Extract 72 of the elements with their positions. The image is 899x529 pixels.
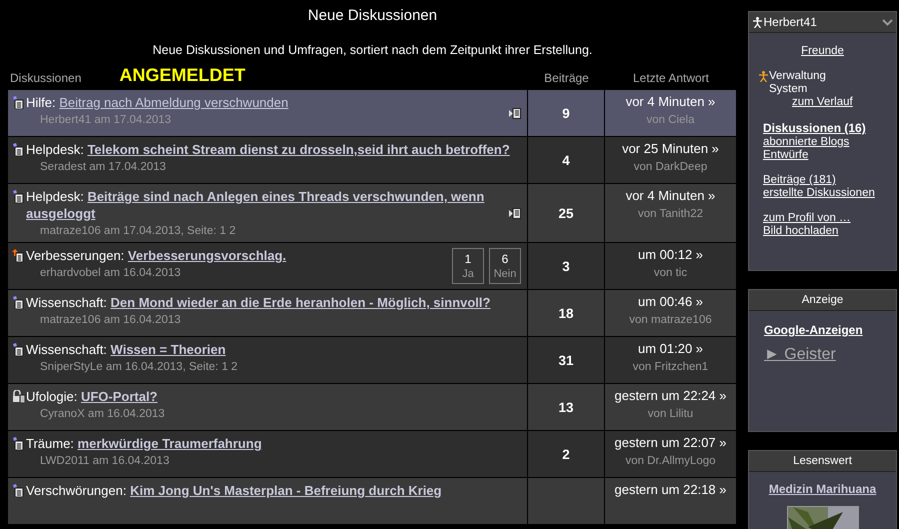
- topic-meta: matraze106 am 17.04.2013, Seite: 1 2: [39, 224, 237, 237]
- post-count-cell: 9: [528, 90, 604, 136]
- menu-label: Verwaltung: [769, 70, 826, 82]
- last-reply-author: von Ciela: [646, 114, 694, 126]
- last-page-icon[interactable]: [509, 208, 521, 219]
- last-reply-link[interactable]: gestern um 22:07 »: [614, 435, 727, 450]
- box-title: Anzeige: [802, 294, 844, 306]
- last-reply-link[interactable]: gestern um 22:24 »: [614, 388, 727, 403]
- menu-link[interactable]: Beiträge (181): [763, 174, 836, 186]
- poll-result: 6 Nein: [489, 248, 521, 284]
- menu-link[interactable]: zum Verlauf: [792, 96, 853, 108]
- topic-title[interactable]: Hilfe: Beitrag nach Abmeldung verschwunden: [26, 94, 509, 111]
- topic-meta: Herbert41 am 17.04.2013: [39, 113, 172, 126]
- topic-title[interactable]: Verbesserungen: Verbesserungsvorschlag.: [26, 247, 452, 264]
- topic-meta: SniperStyLe am 16.04.2013, Seite: 1 2: [39, 360, 239, 373]
- column-header: Beiträge: [544, 71, 589, 85]
- post-count-cell: 3: [528, 243, 604, 289]
- box-title: Lesenswert: [793, 455, 852, 467]
- menu-link[interactable]: Diskussionen (16): [763, 121, 866, 135]
- topic-meta: Seradest am 17.04.2013: [39, 160, 167, 173]
- last-reply-link[interactable]: vor 4 Minuten »: [626, 94, 716, 109]
- last-reply-author: von tic: [654, 267, 688, 279]
- menu-label: System: [769, 83, 808, 95]
- page-subtitle: Neue Diskussionen und Umfragen, sortiert nach dem Zeitpunkt ihrer Erstellung.: [152, 43, 594, 59]
- post-count-cell: 31: [528, 337, 604, 383]
- login-status-label: ANGEMELDET: [119, 66, 246, 84]
- ads-link[interactable]: Google-Anzeigen: [764, 323, 863, 337]
- topic-title[interactable]: Wissenschaft: Den Mond wieder an die Erde heranholen - Möglich, sinnvoll?: [26, 294, 521, 311]
- post-count-cell: 13: [528, 384, 604, 430]
- menu-link[interactable]: Bild hochladen: [763, 225, 838, 237]
- topic-meta: matraze106 am 16.04.2013: [39, 313, 182, 326]
- topic-meta: CyranoX am 16.04.2013: [39, 407, 166, 420]
- last-reply-author: von matraze106: [629, 314, 712, 326]
- menu-link[interactable]: Entwürfe: [763, 149, 808, 161]
- topic-title[interactable]: Träume: merkwürdige Traumerfahrung: [26, 435, 521, 452]
- last-reply-author: von Tanith22: [638, 208, 703, 220]
- post-count-cell: 18: [528, 290, 604, 336]
- last-reply-link[interactable]: vor 4 Minuten »: [626, 188, 716, 203]
- last-reply-link[interactable]: um 00:12 »: [638, 247, 704, 262]
- last-reply-author: von DarkDeep: [634, 161, 708, 173]
- last-reply-author: von Fritzchen1: [632, 361, 708, 373]
- post-count-cell: 25: [528, 184, 604, 242]
- article-link[interactable]: Medizin Marihuana: [768, 482, 876, 496]
- friends-link[interactable]: Freunde: [801, 45, 844, 57]
- last-reply-link[interactable]: vor 25 Minuten »: [622, 141, 719, 156]
- topic-title[interactable]: Helpdesk: Telekom scheint Stream dienst zu drosseln,seid ihrt auch betroffen?: [26, 141, 521, 158]
- topic-title[interactable]: Ufologie: UFO-Portal?: [26, 388, 521, 405]
- ad-link[interactable]: ► Geister: [764, 346, 836, 364]
- page-title: Neue Diskussionen: [306, 6, 438, 26]
- post-count-cell: 2: [528, 431, 604, 477]
- topic-title[interactable]: Wissenschaft: Wissen = Theorien: [26, 341, 521, 358]
- last-reply-author: von Dr.AllmyLogo: [625, 455, 716, 467]
- last-reply-link[interactable]: gestern um 22:18 »: [614, 482, 727, 497]
- last-reply-link[interactable]: um 00:46 »: [638, 294, 704, 309]
- menu-link[interactable]: abonnierte Blogs: [763, 136, 850, 148]
- topic-meta: LWD2011 am 16.04.2013: [39, 454, 170, 467]
- username: Herbert41: [764, 15, 817, 29]
- column-header: Diskussionen: [10, 71, 82, 85]
- poll-result: 1 Ja: [452, 248, 484, 284]
- column-header: Letzte Antwort: [632, 71, 710, 85]
- last-reply-link[interactable]: um 01:20 »: [638, 341, 704, 356]
- topic-title[interactable]: Verschwörungen: Kim Jong Un's Masterplan - Befreiung durch Krieg: [26, 482, 521, 499]
- topic-title[interactable]: Helpdesk: Beiträge sind nach Anlegen eines Threads verschwunden, wenn ausgeloggt: [26, 188, 509, 222]
- post-count-cell: 4: [528, 137, 604, 183]
- menu-link[interactable]: erstellte Diskussionen: [763, 187, 875, 199]
- topic-meta: erhardvobel am 16.04.2013: [39, 266, 182, 279]
- chevron-down-icon[interactable]: [882, 19, 892, 26]
- person-icon: [759, 70, 768, 82]
- menu-link[interactable]: zum Profil von …: [763, 212, 851, 224]
- person-icon: [752, 16, 762, 28]
- last-page-icon[interactable]: [509, 108, 521, 119]
- last-reply-author: von Lilitu: [648, 408, 694, 420]
